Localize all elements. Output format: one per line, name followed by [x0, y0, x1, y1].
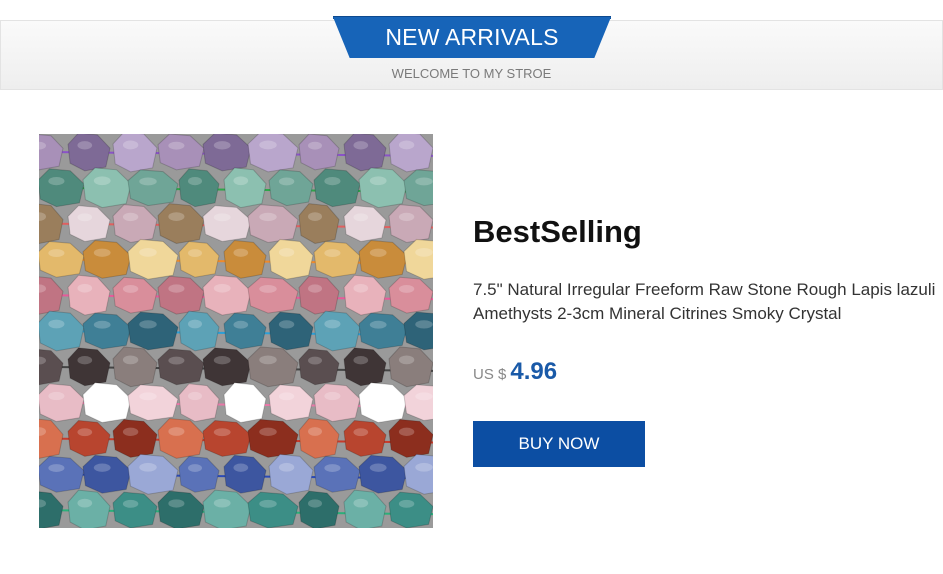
- price-currency: US $: [473, 366, 507, 383]
- product-image[interactable]: [39, 134, 433, 528]
- gemstone-beads-photo: [39, 134, 433, 528]
- section-title: NEW ARRIVALS: [385, 24, 559, 50]
- product-title[interactable]: BestSelling: [473, 214, 642, 250]
- price-value: 4.96: [510, 358, 558, 385]
- price: US $4.96: [473, 358, 557, 386]
- product-description[interactable]: 7.5" Natural Irregular Freeform Raw Ston…: [473, 278, 943, 326]
- section-subtitle: WELCOME TO MY STROE: [391, 66, 552, 81]
- buy-now-button[interactable]: BUY NOW: [473, 421, 645, 467]
